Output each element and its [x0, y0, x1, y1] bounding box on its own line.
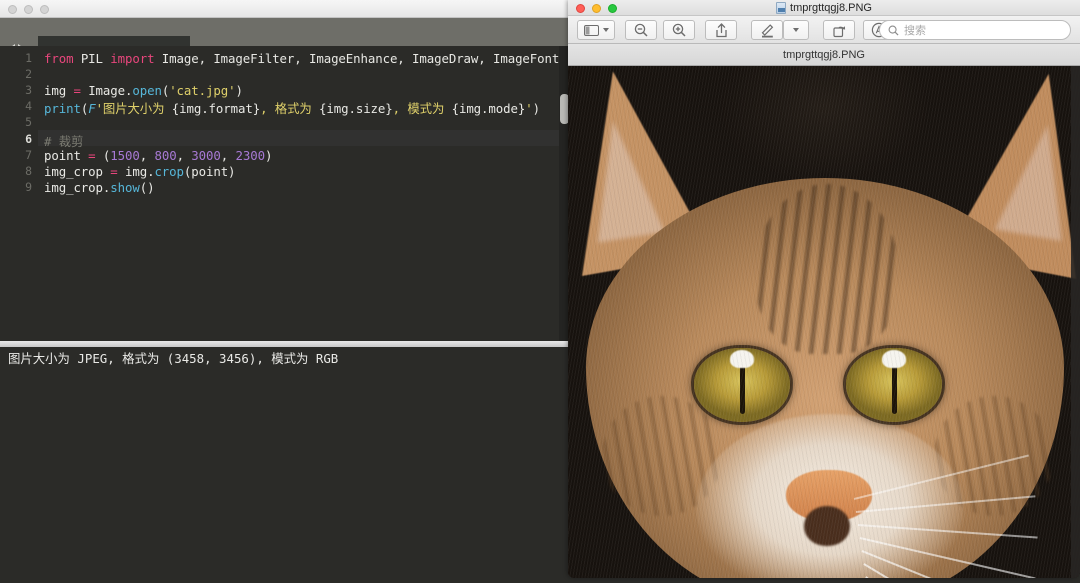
- cat-left-eye-highlight: [730, 350, 754, 368]
- preview-file-name: tmprgttqgj8.PNG: [783, 48, 865, 61]
- preview-title-wrap: tmprgttqgj8.PNG: [568, 0, 1080, 16]
- cat-forehead-stripes: [756, 184, 898, 354]
- preview-window: tmprgttqgj8.PNG 搜索 tmprgttqgj8.PNG: [568, 0, 1080, 578]
- magnifier-plus-icon: [672, 23, 686, 37]
- document-icon: [776, 2, 787, 14]
- sidebar-icon: [583, 24, 599, 36]
- rotate-button[interactable]: [823, 20, 855, 40]
- search-field[interactable]: 搜索: [879, 20, 1071, 40]
- line-number: 3: [25, 83, 32, 98]
- cat-nose-shadow: [804, 506, 850, 546]
- cat-right-eye: [846, 348, 942, 422]
- line-number: 9: [25, 179, 32, 194]
- preview-titlebar[interactable]: tmprgttqgj8.PNG: [568, 0, 1080, 16]
- markup-button[interactable]: [751, 20, 783, 40]
- cat-left-eye: [694, 348, 790, 422]
- cat-right-eye-highlight: [882, 350, 906, 368]
- rotate-left-icon: [832, 25, 845, 37]
- share-button[interactable]: [705, 20, 737, 40]
- line-number: 4: [25, 99, 32, 114]
- code-line[interactable]: from PIL import Image, ImageFilter, Imag…: [44, 51, 559, 66]
- code-line[interactable]: img = Image.open('cat.jpg'): [44, 83, 243, 98]
- markup-pen-icon: [761, 23, 773, 38]
- share-upload-icon: [715, 22, 727, 37]
- line-number: 1: [25, 51, 32, 65]
- editor-minimize-button[interactable]: [24, 5, 33, 14]
- code-editor-area[interactable]: 1 23456789 from PIL import Image, ImageFi…: [0, 46, 570, 341]
- editor-close-button[interactable]: [8, 5, 17, 14]
- line-number-gutter: 1 23456789: [0, 46, 38, 341]
- line-number: 2: [25, 67, 32, 82]
- magnifier-minus-icon: [634, 23, 648, 37]
- console-output-panel[interactable]: 图片大小为 JPEG, 格式为 (3458, 3456), 模式为 RGB: [0, 347, 570, 583]
- editor-titlebar: [0, 0, 570, 18]
- console-output-text: 图片大小为 JPEG, 格式为 (3458, 3456), 模式为 RGB: [8, 351, 339, 366]
- preview-toolbar: 搜索: [568, 16, 1080, 44]
- sidebar-toggle-button[interactable]: [577, 20, 615, 40]
- code-line[interactable]: print(F'图片大小为 {img.format}, 格式为 {img.siz…: [44, 99, 540, 117]
- preview-window-title: tmprgttqgj8.PNG: [790, 2, 872, 14]
- markup-options-button[interactable]: [783, 20, 809, 40]
- code-line[interactable]: img_crop.show(): [44, 180, 155, 195]
- code-line[interactable]: point = (1500, 800, 3000, 2300): [44, 148, 272, 163]
- line-number: 6: [25, 131, 32, 146]
- line-number: 5: [25, 115, 32, 130]
- preview-file-subtitle-bar: tmprgttqgj8.PNG: [568, 44, 1080, 66]
- editor-zoom-button[interactable]: [40, 5, 49, 14]
- preview-scrollbar[interactable]: [1071, 66, 1080, 578]
- chevron-down-icon[interactable]: [793, 28, 799, 32]
- line-number: 8: [25, 163, 32, 178]
- active-line-highlight: [38, 129, 570, 146]
- code-editor-window: app.py × 1 23456789 from PIL import Image…: [0, 0, 570, 583]
- editor-tab-bar: app.py ×: [0, 18, 570, 64]
- search-icon: [888, 25, 899, 36]
- code-line[interactable]: img_crop = img.crop(point): [44, 164, 236, 179]
- chevron-down-icon[interactable]: [602, 28, 609, 32]
- zoom-in-button[interactable]: [663, 20, 695, 40]
- cat-photo[interactable]: [568, 66, 1080, 578]
- search-placeholder: 搜索: [904, 25, 926, 37]
- line-number: 7: [25, 147, 32, 162]
- zoom-out-button[interactable]: [625, 20, 657, 40]
